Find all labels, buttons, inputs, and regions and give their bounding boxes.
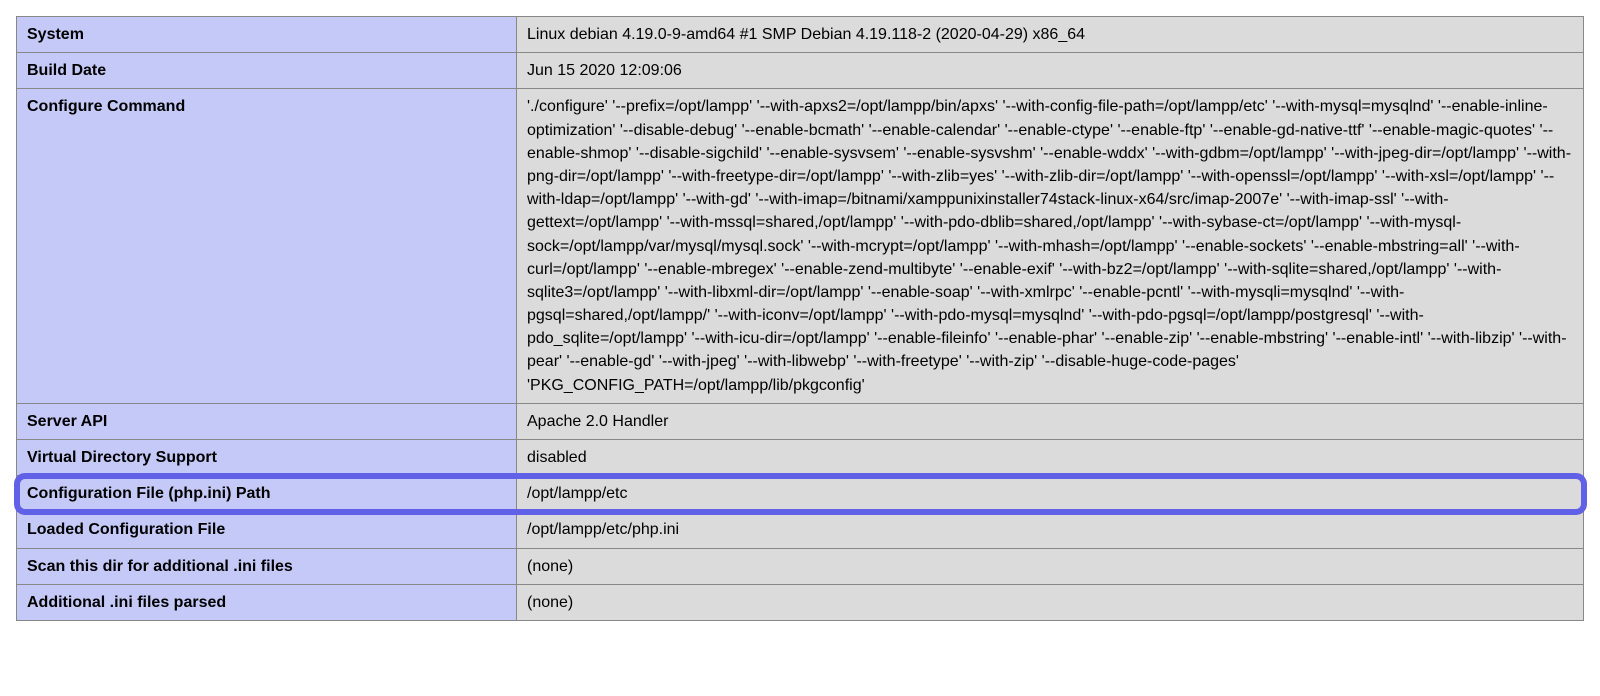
row-value: Jun 15 2020 12:09:06 (517, 53, 1584, 89)
row-key: Scan this dir for additional .ini files (17, 548, 517, 584)
row-value: Apache 2.0 Handler (517, 403, 1584, 439)
phpinfo-table: System Linux debian 4.19.0-9-amd64 #1 SM… (16, 16, 1584, 621)
table-row: Configure Command './configure' '--prefi… (17, 89, 1584, 403)
row-value: './configure' '--prefix=/opt/lampp' '--w… (517, 89, 1584, 403)
table-row: Virtual Directory Support disabled (17, 440, 1584, 476)
row-key: Server API (17, 403, 517, 439)
row-key: Configure Command (17, 89, 517, 403)
table-row: System Linux debian 4.19.0-9-amd64 #1 SM… (17, 17, 1584, 53)
table-row: Additional .ini files parsed (none) (17, 584, 1584, 620)
row-value: (none) (517, 584, 1584, 620)
row-key: System (17, 17, 517, 53)
row-value: /opt/lampp/etc (517, 476, 1584, 512)
row-key: Virtual Directory Support (17, 440, 517, 476)
phpinfo-tbody: System Linux debian 4.19.0-9-amd64 #1 SM… (17, 17, 1584, 621)
row-key: Loaded Configuration File (17, 512, 517, 548)
row-key: Configuration File (php.ini) Path (17, 476, 517, 512)
table-row: Loaded Configuration File /opt/lampp/etc… (17, 512, 1584, 548)
row-key: Additional .ini files parsed (17, 584, 517, 620)
row-value: Linux debian 4.19.0-9-amd64 #1 SMP Debia… (517, 17, 1584, 53)
table-row: Scan this dir for additional .ini files … (17, 548, 1584, 584)
table-row-highlighted: Configuration File (php.ini) Path /opt/l… (17, 476, 1584, 512)
row-value: /opt/lampp/etc/php.ini (517, 512, 1584, 548)
table-row: Server API Apache 2.0 Handler (17, 403, 1584, 439)
row-key: Build Date (17, 53, 517, 89)
row-value: disabled (517, 440, 1584, 476)
table-row: Build Date Jun 15 2020 12:09:06 (17, 53, 1584, 89)
row-value: (none) (517, 548, 1584, 584)
